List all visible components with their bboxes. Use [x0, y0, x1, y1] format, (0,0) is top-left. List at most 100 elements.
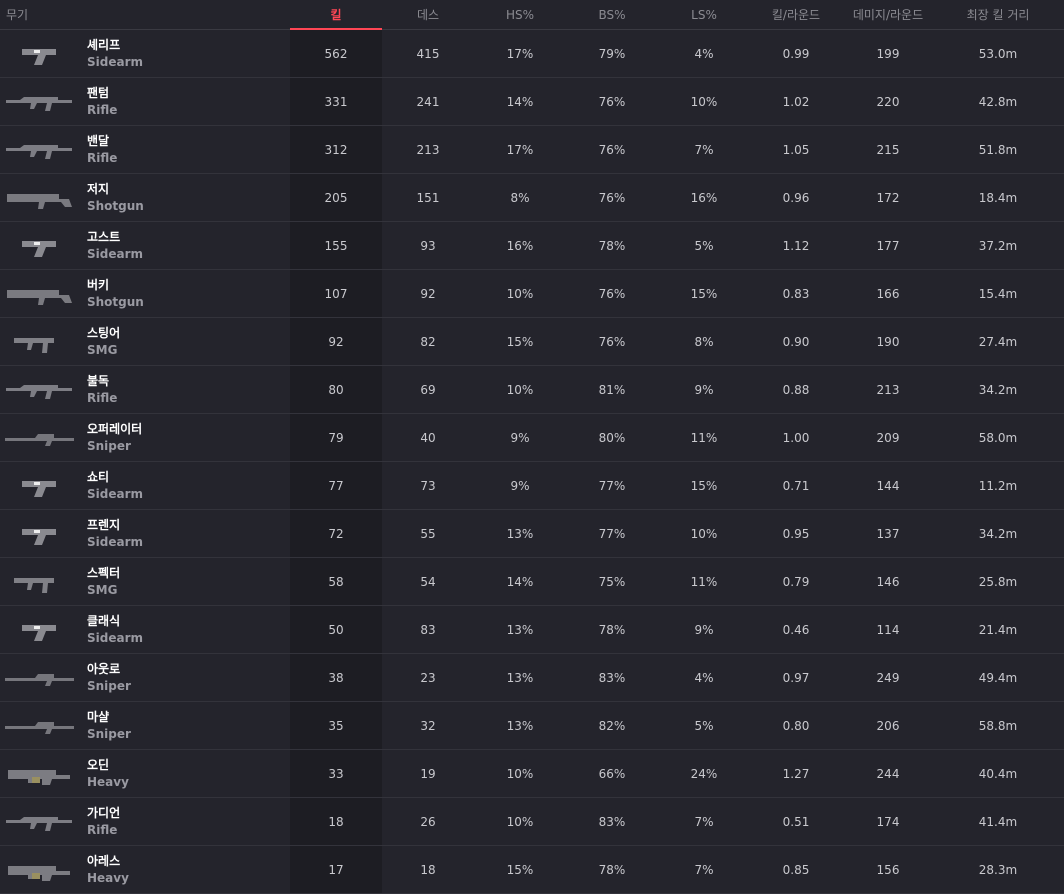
weapon-cell: 오퍼레이터 Sniper — [0, 414, 290, 461]
longest-kill-cell: 53.0m — [978, 46, 1018, 61]
ares-icon — [0, 846, 80, 894]
dpr-cell: 220 — [876, 94, 900, 109]
dpr-cell: 166 — [876, 286, 900, 301]
table-row[interactable]: 오딘 Heavy 33 19 10% 66% 24% 1.27 244 40.4m — [0, 750, 1064, 798]
dpr-cell: 144 — [876, 478, 900, 493]
bucky-icon — [0, 270, 80, 318]
weapon-type: Sniper — [87, 678, 131, 693]
longest-kill-cell: 42.8m — [978, 94, 1018, 109]
weapon-cell: 아레스 Heavy — [0, 846, 290, 893]
ls-cell: 4% — [694, 46, 714, 61]
weapon-label: 스팅어 SMG — [87, 325, 120, 359]
weapon-type: Shotgun — [87, 198, 144, 213]
weapon-cell: 클래식 Sidearm — [0, 606, 290, 653]
weapon-name: 아웃로 — [87, 661, 121, 676]
bs-cell: 79% — [598, 46, 626, 61]
hs-cell: 10% — [506, 382, 534, 397]
weapon-name: 밴달 — [87, 133, 110, 148]
operator-icon — [0, 414, 80, 462]
dpr-cell: 249 — [876, 670, 900, 685]
longest-kill-cell: 49.4m — [978, 670, 1018, 685]
table-row[interactable]: 불독 Rifle 80 69 10% 81% 9% 0.88 213 34.2m — [0, 366, 1064, 414]
header-longest-kill[interactable]: 최장 킬 거리 — [934, 0, 1062, 29]
ls-cell: 5% — [694, 718, 714, 733]
table-row[interactable]: 셰리프 Sidearm 562 415 17% 79% 4% 0.99 199 53.0m — [0, 30, 1064, 78]
weapon-type: Sidearm — [87, 534, 144, 549]
hs-cell: 13% — [506, 622, 534, 637]
kpr-cell: 1.12 — [782, 238, 810, 253]
weapon-name: 클래식 — [87, 613, 121, 628]
table-row[interactable]: 스팅어 SMG 92 82 15% 76% 8% 0.90 190 27.4m — [0, 318, 1064, 366]
weapon-label: 스펙터 SMG — [87, 565, 120, 599]
table-row[interactable]: 스펙터 SMG 58 54 14% 75% 11% 0.79 146 25.8m — [0, 558, 1064, 606]
hs-cell: 17% — [506, 142, 534, 157]
weapon-label: 저지 Shotgun — [87, 181, 144, 215]
bulldog-icon — [0, 366, 80, 414]
table-row[interactable]: 클래식 Sidearm 50 83 13% 78% 9% 0.46 114 21.4m — [0, 606, 1064, 654]
header-deaths[interactable]: 데스 — [382, 0, 474, 29]
table-row[interactable]: 마샬 Sniper 35 32 13% 82% 5% 0.80 206 58.8m — [0, 702, 1064, 750]
bs-cell: 77% — [598, 526, 626, 541]
table-row[interactable]: 프렌지 Sidearm 72 55 13% 77% 10% 0.95 137 34.2m — [0, 510, 1064, 558]
header-kpr[interactable]: 킬/라운드 — [750, 0, 842, 29]
kills-cell: 33 — [290, 750, 382, 797]
header-kills[interactable]: 킬 — [290, 0, 382, 30]
kills-cell: 331 — [290, 78, 382, 125]
weapon-label: 팬텀 Rifle — [87, 85, 117, 119]
kills-cell: 58 — [290, 558, 382, 605]
table-row[interactable]: 아웃로 Sniper 38 23 13% 83% 4% 0.97 249 49.4m — [0, 654, 1064, 702]
ls-cell: 7% — [694, 862, 714, 877]
bs-cell: 76% — [598, 286, 626, 301]
kills-cell: 77 — [290, 462, 382, 509]
table-row[interactable]: 버키 Shotgun 107 92 10% 76% 15% 0.83 166 15.4m — [0, 270, 1064, 318]
kills-cell: 312 — [290, 126, 382, 173]
longest-kill-cell: 58.8m — [978, 718, 1018, 733]
bs-cell: 76% — [598, 334, 626, 349]
bs-cell: 82% — [598, 718, 626, 733]
weapon-type: Shotgun — [87, 294, 144, 309]
header-hs[interactable]: HS% — [474, 0, 566, 29]
weapon-name: 쇼티 — [87, 469, 110, 484]
kills-cell: 80 — [290, 366, 382, 413]
header-bs[interactable]: BS% — [566, 0, 658, 29]
dpr-cell: 174 — [876, 814, 900, 829]
table-row[interactable]: 아레스 Heavy 17 18 15% 78% 7% 0.85 156 28.3m — [0, 846, 1064, 894]
judge-icon — [0, 174, 80, 222]
weapon-name: 저지 — [87, 181, 110, 196]
table-row[interactable]: 쇼티 Sidearm 77 73 9% 77% 15% 0.71 144 11.2m — [0, 462, 1064, 510]
kills-cell: 562 — [290, 30, 382, 77]
weapon-name: 스펙터 — [87, 565, 121, 580]
table-row[interactable]: 밴달 Rifle 312 213 17% 76% 7% 1.05 215 51.8m — [0, 126, 1064, 174]
kpr-cell: 0.71 — [782, 478, 810, 493]
weapon-label: 프렌지 Sidearm — [87, 517, 143, 551]
kpr-cell: 1.00 — [782, 430, 810, 445]
weapon-type: SMG — [87, 582, 118, 597]
table-row[interactable]: 팬텀 Rifle 331 241 14% 76% 10% 1.02 220 42.8m — [0, 78, 1064, 126]
frenzy-icon — [0, 510, 80, 558]
kills-cell: 38 — [290, 654, 382, 701]
weapon-type: Sniper — [87, 726, 131, 741]
stinger-icon — [0, 318, 80, 366]
hs-cell: 15% — [506, 334, 534, 349]
kpr-cell: 0.95 — [782, 526, 810, 541]
dpr-cell: 156 — [876, 862, 900, 877]
header-weapon[interactable]: 무기 — [0, 0, 290, 29]
table-row[interactable]: 고스트 Sidearm 155 93 16% 78% 5% 1.12 177 37.2m — [0, 222, 1064, 270]
header-ls[interactable]: LS% — [658, 0, 750, 29]
weapon-type: Rifle — [87, 822, 118, 837]
dpr-cell: 215 — [876, 142, 900, 157]
weapon-type: Sidearm — [87, 54, 144, 69]
deaths-cell: 40 — [420, 430, 436, 445]
table-row[interactable]: 오퍼레이터 Sniper 79 40 9% 80% 11% 1.00 209 58.0m — [0, 414, 1064, 462]
ls-cell: 24% — [690, 766, 718, 781]
ls-cell: 4% — [694, 670, 714, 685]
table-row[interactable]: 가디언 Rifle 18 26 10% 83% 7% 0.51 174 41.4m — [0, 798, 1064, 846]
kills-cell: 18 — [290, 798, 382, 845]
weapon-label: 버키 Shotgun — [87, 277, 144, 311]
longest-kill-cell: 41.4m — [978, 814, 1018, 829]
deaths-cell: 54 — [420, 574, 436, 589]
header-dpr[interactable]: 데미지/라운드 — [842, 0, 934, 29]
bs-cell: 76% — [598, 94, 626, 109]
weapon-label: 아웃로 Sniper — [87, 661, 131, 695]
table-row[interactable]: 저지 Shotgun 205 151 8% 76% 16% 0.96 172 18.4m — [0, 174, 1064, 222]
